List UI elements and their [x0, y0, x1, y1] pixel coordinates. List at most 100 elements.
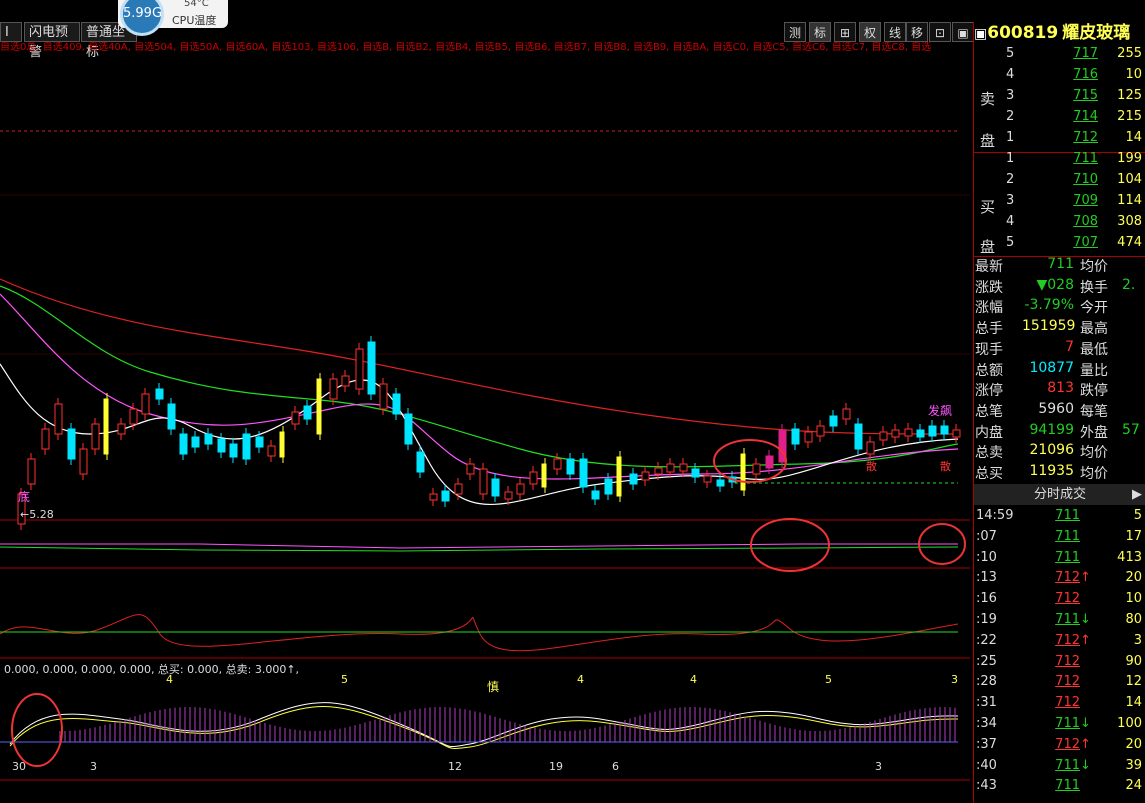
level: 3 — [1006, 88, 1015, 103]
annotation-circle — [713, 439, 787, 483]
sell-row[interactable]: 4 716 10 — [974, 67, 1145, 88]
price: 708 — [1073, 214, 1098, 229]
low-price-label: ←5.28 — [20, 508, 54, 521]
level: 5 — [1006, 235, 1015, 250]
tick-row: :25 712 90 — [974, 654, 1145, 675]
ticks-header[interactable]: 分时成交 ▶ — [974, 484, 1145, 505]
quote-value: 5960 — [1038, 400, 1074, 417]
indicator-group — [0, 543, 959, 749]
stock-header[interactable]: ▣600819 耀皮玻璃 — [974, 22, 1145, 44]
buy-row[interactable]: 3 709 114 — [974, 193, 1145, 214]
quote-value: 11935 — [1029, 463, 1074, 479]
panel-toggle-button[interactable]: I — [0, 22, 22, 42]
annotation-circle — [750, 518, 830, 572]
tick-time: :37 — [976, 736, 997, 752]
tick-row: :16 712 10 — [974, 591, 1145, 612]
window-tool-button[interactable]: ⊡ — [929, 22, 951, 42]
indicator-status: 0.000, 0.000, 0.000, 0.000, 总买: 0.000, 总… — [4, 663, 300, 676]
candle — [579, 458, 588, 488]
measure-tool-button[interactable]: 测 — [784, 22, 806, 42]
candle — [541, 463, 547, 488]
price: 710 — [1073, 172, 1098, 187]
candle — [752, 463, 761, 475]
candle — [791, 428, 800, 445]
candle — [604, 478, 613, 495]
quote-key: 总笔 — [975, 403, 1003, 420]
ticks-title: 分时成交 — [1033, 487, 1086, 502]
stock-name: 耀皮玻璃 — [1062, 23, 1131, 43]
quote-value: ▼028 — [1036, 276, 1075, 293]
volume: 255 — [1117, 46, 1142, 61]
candle-group — [17, 336, 961, 530]
tick-time: :40 — [976, 757, 997, 773]
quote-key: 每笔 — [1080, 403, 1108, 420]
candle — [355, 348, 364, 390]
date-label: 3 — [90, 760, 97, 773]
date-label: 19 — [549, 760, 563, 773]
candle — [454, 483, 463, 495]
candle — [516, 483, 525, 495]
mark-tool-button[interactable]: 标 — [809, 22, 831, 42]
volume: 10 — [1125, 67, 1142, 82]
tick-row: :07 711 17 — [974, 529, 1145, 550]
quote-key: 量比 — [1080, 362, 1108, 379]
wave-count: 5 — [825, 673, 832, 686]
sell-row[interactable]: 3 715 125 — [974, 88, 1145, 109]
sell-row[interactable]: 5 717 255 — [974, 46, 1145, 67]
quote-key: 跌停 — [1080, 383, 1108, 400]
sell-row[interactable]: 2 714 215 — [974, 109, 1145, 130]
tick-volume: 10 — [1125, 591, 1142, 607]
formula-list: 自选0总, 自选409, 自选40A, 自选504, 自选50A, 自选60A,… — [0, 42, 932, 53]
tick-row: 14:59 711 5 — [974, 508, 1145, 529]
candle — [641, 471, 650, 481]
tick-price: 711 — [1055, 716, 1080, 731]
candle — [41, 428, 50, 450]
candle — [191, 436, 200, 448]
price: 711 — [1073, 151, 1098, 166]
grid-tool-button[interactable]: ⊞ — [834, 22, 856, 42]
quote-key: 涨跌 — [975, 279, 1003, 296]
buy-row[interactable]: 2 710 104 — [974, 172, 1145, 193]
cpu-widget: 5.99G 54°C CPU温度 — [118, 0, 228, 36]
candle — [291, 411, 300, 425]
tick-volume: 3 — [1133, 632, 1142, 648]
quote-value: 10877 — [1029, 359, 1074, 376]
quote-key: 内盘 — [975, 424, 1003, 441]
rights-tool-button[interactable]: 权 — [859, 22, 881, 42]
tick-direction-icon: ↓ — [1080, 612, 1091, 627]
quote-key: 最低 — [1080, 341, 1108, 358]
candle — [904, 428, 913, 437]
tick-volume: 17 — [1125, 528, 1142, 544]
tick-price: 712 — [1055, 736, 1080, 752]
flash-alert-button[interactable]: 闪电预警 — [24, 22, 80, 60]
quote-row: 涨停 813 跌停 — [974, 380, 1145, 401]
quote-key: 涨幅 — [975, 300, 1003, 317]
signal-caution: 慎 — [487, 680, 500, 694]
candle — [255, 436, 264, 448]
tick-price: 712 — [1055, 632, 1080, 648]
cpu-temp: 54°C — [184, 0, 209, 9]
tick-row: :31 712 14 — [974, 695, 1145, 716]
buy-row[interactable]: 5 707 474 — [974, 235, 1145, 256]
buy-row[interactable]: 4 708 308 — [974, 214, 1145, 235]
candle — [916, 429, 925, 438]
candle — [952, 429, 961, 438]
cpu-label: CPU温度 — [172, 14, 217, 27]
tick-volume: 5 — [1133, 508, 1142, 523]
quote-row: 总手 151959 最高 — [974, 318, 1145, 339]
tick-row: :13 712 ↑ 20 — [974, 570, 1145, 591]
expand-icon[interactable]: ▶ — [1132, 484, 1142, 505]
quote-key: 最高 — [1080, 321, 1108, 338]
buy-row[interactable]: 1 711 199 — [974, 151, 1145, 172]
quote-value: 2. — [1122, 276, 1136, 293]
candle — [117, 423, 126, 435]
price: 715 — [1073, 88, 1098, 103]
layout-tool-button[interactable]: ▣ — [952, 22, 974, 42]
move-tool-button[interactable]: 移 — [906, 22, 928, 42]
sell-row[interactable]: 1 712 14 — [974, 130, 1145, 151]
line-tool-button[interactable]: 线 — [884, 22, 906, 42]
candle — [229, 443, 238, 458]
bottom-signal: 底 — [18, 490, 31, 504]
candle — [367, 341, 376, 395]
tick-row: :37 712 ↑ 20 — [974, 737, 1145, 758]
